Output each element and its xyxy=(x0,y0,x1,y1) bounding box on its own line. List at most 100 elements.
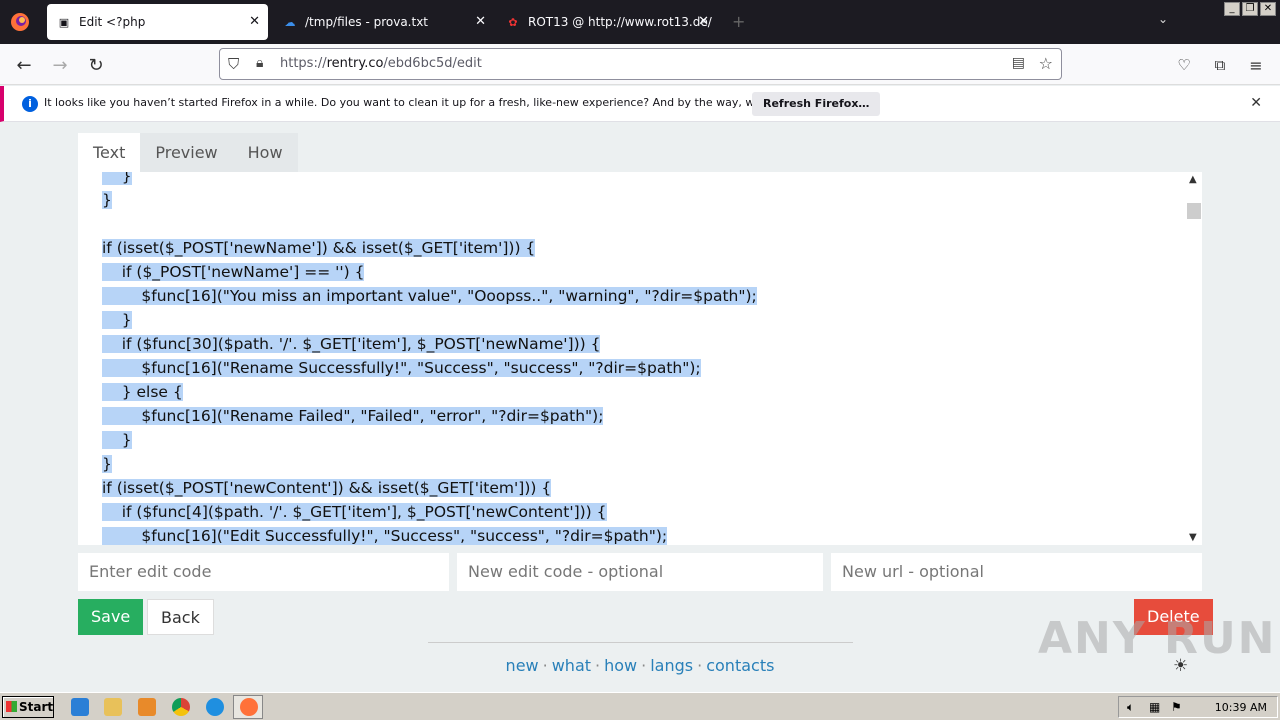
close-window-icon[interactable]: ✕ xyxy=(1260,2,1276,16)
footer-divider xyxy=(428,642,853,643)
save-button[interactable]: Save xyxy=(78,599,144,635)
lock-icon[interactable]: 🔒︎ xyxy=(256,55,263,71)
new-url-input[interactable]: New url - optional xyxy=(831,553,1202,591)
code-line-text: $func[16]("You miss an important value",… xyxy=(102,287,757,305)
code-editor[interactable]: }} if (isset($_POST['newName']) && isset(… xyxy=(78,172,1202,545)
tab-text[interactable]: Text xyxy=(78,133,141,173)
shield-icon[interactable]: ⛉ xyxy=(228,55,239,73)
notification-bar: i It looks like you haven’t started Fire… xyxy=(0,86,1280,122)
edit-code-input[interactable]: Enter edit code xyxy=(78,553,449,591)
tab-close-icon[interactable]: ✕ xyxy=(249,14,260,30)
system-tray: 🔈︎ ▦ ⚑ 10:39 AM xyxy=(1118,696,1278,718)
back-button[interactable]: Back xyxy=(147,599,214,635)
tab-title: ROT13 @ http://www.rot13.de/ xyxy=(528,15,712,29)
tab-edit-php[interactable]: ▣ Edit <?php ✕ xyxy=(47,4,268,40)
restore-icon[interactable]: ❐ xyxy=(1242,2,1258,16)
code-line-text: } xyxy=(102,455,112,473)
code-line-text: $func[16]("Edit Successfully!", "Success… xyxy=(102,527,668,545)
separator: · xyxy=(641,656,647,675)
code-line: } xyxy=(102,428,757,452)
url-path: /ebd6bc5d/edit xyxy=(383,56,482,71)
separator: · xyxy=(697,656,703,675)
notification-message: It looks like you haven’t started Firefo… xyxy=(44,96,829,109)
bookmark-star-icon[interactable]: ☆ xyxy=(1039,54,1053,73)
action-center-flag-icon[interactable]: ⚑ xyxy=(1171,700,1185,714)
reload-icon[interactable]: ↻ xyxy=(83,52,109,78)
tab-close-icon[interactable]: ✕ xyxy=(475,14,486,30)
scrollbar-thumb[interactable] xyxy=(1187,203,1201,219)
code-line: $func[16]("Rename Successfully!", "Succe… xyxy=(102,356,757,380)
tab-close-icon[interactable]: ✕ xyxy=(698,14,709,30)
editor-tabs: Text Preview How xyxy=(78,133,298,173)
media-player-icon[interactable] xyxy=(138,698,156,716)
file-explorer-icon[interactable] xyxy=(104,698,122,716)
address-bar[interactable]: ⛉ 🔒︎ https://rentry.co/ebd6bc5d/edit ▤ ☆ xyxy=(219,48,1062,80)
window-controls: _ ❐ ✕ xyxy=(1224,2,1276,16)
code-line-text: if ($func[30]($path. '/'. $_GET['item'],… xyxy=(102,335,601,353)
notification-close-icon[interactable]: ✕ xyxy=(1250,95,1262,111)
separator: · xyxy=(542,656,548,675)
code-text[interactable]: }} if (isset($_POST['newName']) && isset(… xyxy=(102,172,757,545)
tab-rot13[interactable]: ✿ ROT13 @ http://www.rot13.de/ ✕ xyxy=(496,4,717,40)
tab-title: /tmp/files - prova.txt xyxy=(305,15,428,29)
footer-link-how[interactable]: how xyxy=(604,656,637,675)
code-line: } xyxy=(102,188,757,212)
code-line: if ($func[4]($path. '/'. $_GET['item'], … xyxy=(102,500,757,524)
footer-link-langs[interactable]: langs xyxy=(650,656,693,675)
footer-link-what[interactable]: what xyxy=(552,656,591,675)
minimize-icon[interactable]: _ xyxy=(1224,2,1240,16)
code-line-text: if ($_POST['newName'] == '') { xyxy=(102,263,365,281)
refresh-firefox-button[interactable]: Refresh Firefox… xyxy=(752,92,881,116)
tab-tmp-files[interactable]: ☁ /tmp/files - prova.txt ✕ xyxy=(273,4,494,40)
footer-link-new[interactable]: new xyxy=(506,656,539,675)
code-line: } xyxy=(102,452,757,476)
new-tab-icon[interactable]: + xyxy=(732,12,745,31)
code-line: if (isset($_POST['newName']) && isset($_… xyxy=(102,236,757,260)
extensions-icon[interactable]: ⧉ xyxy=(1207,52,1233,78)
taskbar-firefox-active[interactable] xyxy=(233,695,263,719)
tab-how[interactable]: How xyxy=(232,133,298,173)
navigation-toolbar: ← → ↻ ⛉ 🔒︎ https://rentry.co/ebd6bc5d/ed… xyxy=(0,44,1280,85)
tab-preview[interactable]: Preview xyxy=(140,133,233,173)
internet-explorer-icon[interactable] xyxy=(71,698,89,716)
code-line-text: $func[16]("Rename Failed", "Failed", "er… xyxy=(102,407,604,425)
pocket-icon[interactable]: ♡ xyxy=(1171,52,1197,78)
code-line-text: if (isset($_POST['newContent']) && isset… xyxy=(102,479,552,497)
reader-view-icon[interactable]: ▤ xyxy=(1012,55,1025,71)
footer-link-contacts[interactable]: contacts xyxy=(706,656,774,675)
chrome-icon[interactable] xyxy=(172,698,190,716)
code-line: if ($_POST['newName'] == '') { xyxy=(102,260,757,284)
url-text[interactable]: https://rentry.co/ebd6bc5d/edit xyxy=(280,56,482,71)
editor-scrollbar[interactable]: ▲ ▼ xyxy=(1186,172,1202,545)
network-icon[interactable]: ▦ xyxy=(1149,700,1163,714)
list-tabs-chevron-icon[interactable]: ⌄ xyxy=(1158,12,1168,26)
code-line-text: } xyxy=(102,311,132,329)
forward-arrow-icon[interactable]: → xyxy=(47,52,73,78)
code-line: $func[16]("Edit Successfully!", "Success… xyxy=(102,524,757,545)
page-icon: ▣ xyxy=(58,15,70,29)
firefox-taskbar-icon xyxy=(240,698,258,716)
firefox-menu-icon[interactable] xyxy=(0,0,40,44)
back-arrow-icon[interactable]: ← xyxy=(11,52,37,78)
url-prefix: https:// xyxy=(280,56,327,71)
separator: · xyxy=(595,656,601,675)
anyrun-watermark: ANY RUN xyxy=(1038,613,1277,664)
code-line-text: } xyxy=(102,431,132,449)
info-icon: i xyxy=(22,96,38,112)
code-line: if ($func[30]($path. '/'. $_GET['item'],… xyxy=(102,332,757,356)
start-button[interactable]: Start xyxy=(2,696,54,718)
tab-title: Edit <?php xyxy=(79,15,146,29)
url-domain: rentry.co xyxy=(326,56,384,71)
code-line: } else { xyxy=(102,380,757,404)
new-edit-code-input[interactable]: New edit code - optional xyxy=(457,553,823,591)
code-line-text: } xyxy=(102,172,132,185)
code-line: $func[16]("Rename Failed", "Failed", "er… xyxy=(102,404,757,428)
hamburger-menu-icon[interactable]: ≡ xyxy=(1243,52,1269,78)
scroll-down-icon[interactable]: ▼ xyxy=(1189,532,1197,543)
volume-icon[interactable]: 🔈︎ xyxy=(1127,700,1141,714)
scroll-up-icon[interactable]: ▲ xyxy=(1189,174,1197,185)
edge-icon[interactable] xyxy=(206,698,224,716)
code-line: $func[16]("You miss an important value",… xyxy=(102,284,757,308)
code-line-text: } else { xyxy=(102,383,183,401)
